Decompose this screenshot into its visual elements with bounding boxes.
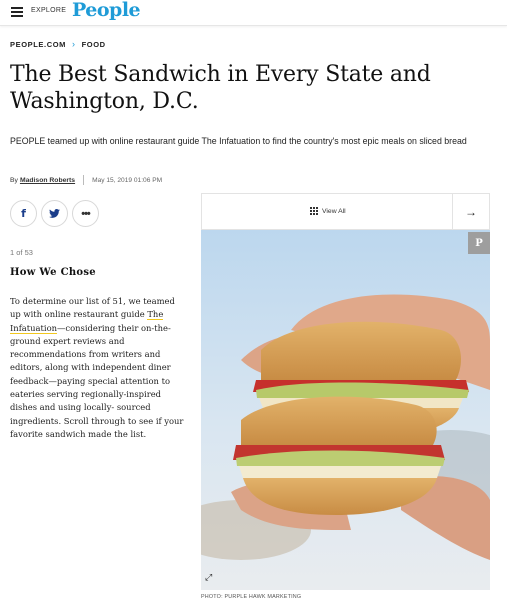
gallery-toolbar: View All →	[201, 193, 490, 230]
pinterest-icon: P	[475, 237, 483, 249]
view-all-label: View All	[322, 207, 346, 215]
people-logo[interactable]: People	[72, 0, 141, 21]
more-share-options-button[interactable]: •••	[72, 200, 99, 227]
author-link[interactable]: Madison Roberts	[20, 177, 75, 184]
top-navigation-bar: EXPLORE People	[0, 0, 507, 26]
facebook-share-button[interactable]: f	[10, 200, 37, 227]
publish-date: May 15, 2019 01:06 PM	[92, 176, 163, 184]
photo-credit: PHOTO: PURPLE HAWK MARKETING	[201, 594, 302, 600]
slide-body-text: To determine our list of 51, we teamed u…	[10, 295, 185, 441]
sandwich-photo: P	[201, 230, 490, 590]
facebook-icon: f	[21, 207, 26, 220]
next-slide-button[interactable]: →	[452, 194, 489, 229]
expand-icon: ⤢	[205, 572, 213, 582]
hamburger-menu-icon[interactable]	[11, 7, 23, 17]
expand-image-button[interactable]: ⤢	[205, 572, 212, 583]
ellipsis-icon: •••	[81, 207, 91, 220]
twitter-icon	[49, 209, 60, 218]
breadcrumb: PEOPLE.COM › FOOD	[10, 39, 106, 49]
breadcrumb-site-link[interactable]: PEOPLE.COM	[10, 40, 66, 49]
byline: By Madison Roberts May 15, 2019 01:06 PM	[10, 175, 162, 185]
grid-icon	[310, 207, 318, 215]
arrow-right-icon: →	[465, 204, 477, 219]
breadcrumb-chevron-icon: ›	[72, 39, 76, 49]
view-all-button[interactable]: View All	[310, 207, 346, 215]
article-title: The Best Sandwich in Every State and Was…	[10, 62, 431, 114]
explore-menu-label[interactable]: EXPLORE	[31, 7, 66, 14]
slide-title: How We Chose	[10, 267, 96, 278]
breadcrumb-section-link[interactable]: FOOD	[82, 40, 106, 49]
twitter-share-button[interactable]	[41, 200, 68, 227]
slide-counter: 1 of 53	[10, 248, 33, 257]
sandwich-photo-illustration	[201, 230, 490, 590]
share-buttons: f •••	[10, 200, 99, 227]
byline-prefix: By	[10, 176, 18, 184]
article-dek: PEOPLE teamed up with online restaurant …	[10, 136, 467, 146]
body-text-part-2: —considering their on-the-ground expert …	[10, 322, 184, 439]
pinterest-save-button[interactable]: P	[468, 232, 490, 254]
byline-divider	[83, 175, 85, 185]
